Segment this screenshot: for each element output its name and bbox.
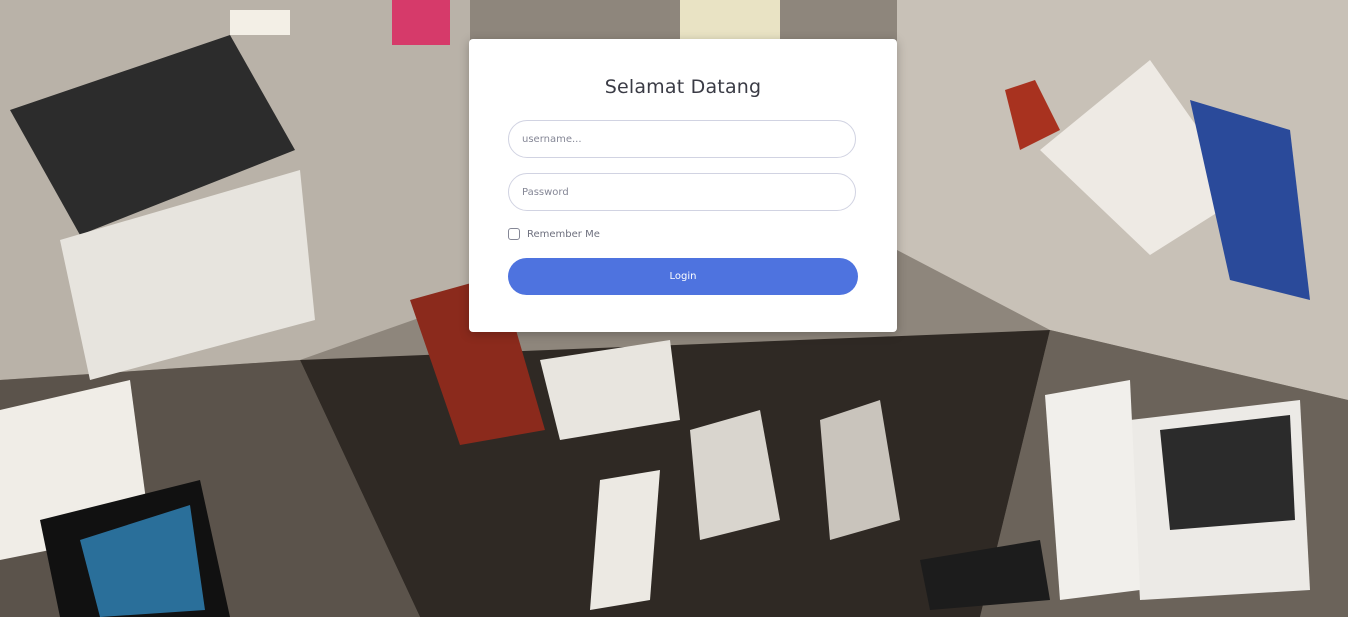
login-card: Selamat Datang Remember Me Login: [469, 39, 897, 332]
login-button[interactable]: Login: [508, 258, 858, 295]
remember-me-row: Remember Me: [508, 228, 600, 240]
remember-me-checkbox[interactable]: [508, 228, 520, 240]
remember-me-label[interactable]: Remember Me: [527, 229, 600, 240]
page-title: Selamat Datang: [604, 76, 762, 98]
password-input[interactable]: [508, 173, 856, 211]
username-input[interactable]: [508, 120, 856, 158]
